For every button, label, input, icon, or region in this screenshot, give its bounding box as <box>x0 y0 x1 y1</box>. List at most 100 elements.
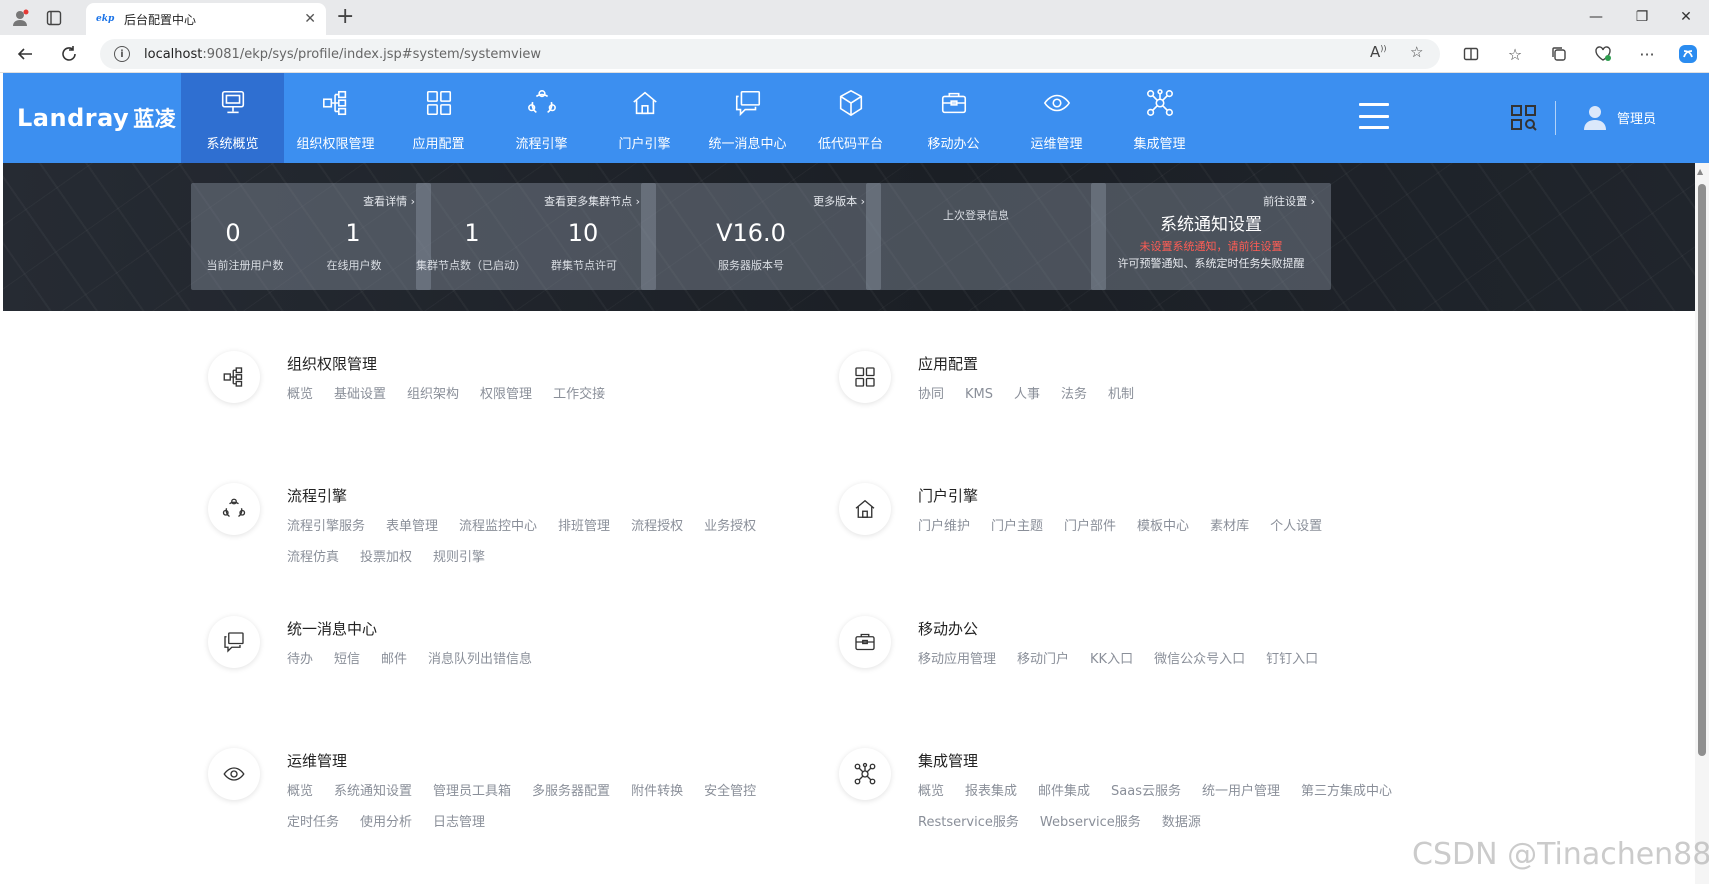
module-link[interactable]: 概览 <box>287 780 313 799</box>
grid-apps-icon[interactable] <box>839 351 891 403</box>
module-link[interactable]: Webservice服务 <box>1040 811 1141 830</box>
module-title[interactable]: 门户引擎 <box>918 485 978 506</box>
module-link[interactable]: 移动门户 <box>1017 648 1069 667</box>
module-title[interactable]: 应用配置 <box>918 353 978 374</box>
module-link[interactable]: 统一用户管理 <box>1202 780 1280 799</box>
module-link[interactable]: 概览 <box>287 383 313 402</box>
module-link[interactable]: 系统通知设置 <box>334 780 412 799</box>
more-versions-link[interactable]: 更多版本 › <box>813 193 865 209</box>
url-field[interactable]: i localhost:9081/ekp/sys/profile/index.j… <box>100 39 1440 69</box>
message-icon[interactable] <box>208 616 260 668</box>
app-grid-search-icon[interactable] <box>1509 103 1539 133</box>
module-link[interactable]: 门户部件 <box>1064 515 1116 534</box>
restore-icon[interactable]: ❐ <box>1622 6 1662 28</box>
module-link[interactable]: 流程授权 <box>631 515 683 534</box>
split-screen-icon[interactable] <box>1460 43 1482 65</box>
module-link[interactable]: 机制 <box>1108 383 1134 402</box>
module-title[interactable]: 流程引擎 <box>287 485 347 506</box>
nav-item-0[interactable]: 系统概览 <box>181 73 284 163</box>
org-structure-icon[interactable] <box>208 351 260 403</box>
module-link[interactable]: 门户维护 <box>918 515 970 534</box>
briefcase-icon[interactable] <box>839 616 891 668</box>
module-link[interactable]: 邮件集成 <box>1038 780 1090 799</box>
user-menu[interactable]: 管理员 <box>1583 104 1656 130</box>
module-link[interactable]: Restservice服务 <box>918 811 1019 830</box>
workflow-cycle-icon[interactable] <box>208 483 260 535</box>
read-aloud-icon[interactable]: A)) <box>1370 43 1387 61</box>
go-to-settings-link[interactable]: 前往设置 › <box>1263 193 1315 209</box>
browser-tab-active[interactable]: ekp 后台配置中心 ✕ <box>86 3 326 35</box>
module-link[interactable]: 定时任务 <box>287 811 339 830</box>
module-link[interactable]: KK入口 <box>1090 648 1133 667</box>
more-cluster-nodes-link[interactable]: 查看更多集群节点 › <box>544 193 640 209</box>
module-link[interactable]: 业务授权 <box>704 515 756 534</box>
nav-item-8[interactable]: 运维管理 <box>1005 73 1108 163</box>
module-link[interactable]: 待办 <box>287 648 313 667</box>
module-link[interactable]: 概览 <box>918 780 944 799</box>
copilot-icon[interactable] <box>1677 43 1699 65</box>
nav-item-7[interactable]: 移动办公 <box>902 73 1005 163</box>
back-icon[interactable] <box>12 42 38 66</box>
module-link[interactable]: 短信 <box>334 648 360 667</box>
module-title[interactable]: 移动办公 <box>918 618 978 639</box>
module-link[interactable]: 流程引擎服务 <box>287 515 365 534</box>
more-menu-icon[interactable]: ··· <box>1636 43 1658 65</box>
module-link[interactable]: 规则引擎 <box>433 546 485 565</box>
nav-item-3[interactable]: 流程引擎 <box>490 73 593 163</box>
home-icon[interactable] <box>839 483 891 535</box>
module-link[interactable]: 日志管理 <box>433 811 485 830</box>
module-link[interactable]: 管理员工具箱 <box>433 780 511 799</box>
module-link[interactable]: 门户主题 <box>991 515 1043 534</box>
hamburger-menu-icon[interactable] <box>1359 103 1389 129</box>
module-link[interactable]: 基础设置 <box>334 383 386 402</box>
network-icon[interactable] <box>839 748 891 800</box>
favorites-list-icon[interactable]: ☆ <box>1504 43 1526 65</box>
module-link[interactable]: 使用分析 <box>360 811 412 830</box>
browser-essentials-icon[interactable] <box>1592 43 1614 65</box>
favorite-star-icon[interactable]: ☆ <box>1410 43 1423 61</box>
module-link[interactable]: 多服务器配置 <box>532 780 610 799</box>
nav-item-6[interactable]: 低代码平台 <box>799 73 902 163</box>
eye-icon[interactable] <box>208 748 260 800</box>
module-link[interactable]: 数据源 <box>1162 811 1201 830</box>
nav-item-4[interactable]: 门户引擎 <box>593 73 696 163</box>
module-link[interactable]: 流程仿真 <box>287 546 339 565</box>
module-link[interactable]: Saas云服务 <box>1111 780 1181 799</box>
tab-actions-icon[interactable] <box>42 6 66 30</box>
landray-logo[interactable]: Landray 蓝凌 <box>17 103 176 133</box>
module-link[interactable]: 安全管控 <box>704 780 756 799</box>
nav-item-5[interactable]: 统一消息中心 <box>696 73 799 163</box>
site-info-icon[interactable]: i <box>114 46 130 62</box>
module-link[interactable]: 移动应用管理 <box>918 648 996 667</box>
module-title[interactable]: 统一消息中心 <box>287 618 377 639</box>
module-link[interactable]: 模板中心 <box>1137 515 1189 534</box>
close-tab-icon[interactable]: ✕ <box>304 11 316 27</box>
module-link[interactable]: 组织架构 <box>407 383 459 402</box>
new-tab-icon[interactable]: + <box>336 5 354 29</box>
module-link[interactable]: 素材库 <box>1210 515 1249 534</box>
module-link[interactable]: 钉钉入口 <box>1266 648 1318 667</box>
module-link[interactable]: 排班管理 <box>558 515 610 534</box>
close-window-icon[interactable]: ✕ <box>1666 6 1706 28</box>
module-link[interactable]: 表单管理 <box>386 515 438 534</box>
module-link[interactable]: 协同 <box>918 383 944 402</box>
module-title[interactable]: 组织权限管理 <box>287 353 377 374</box>
nav-item-2[interactable]: 应用配置 <box>387 73 490 163</box>
module-link[interactable]: 人事 <box>1014 383 1040 402</box>
module-title[interactable]: 集成管理 <box>918 750 978 771</box>
minimize-icon[interactable]: — <box>1576 6 1616 28</box>
module-link[interactable]: 法务 <box>1061 383 1087 402</box>
module-link[interactable]: 投票加权 <box>360 546 412 565</box>
collections-icon[interactable] <box>1548 43 1570 65</box>
module-link[interactable]: 流程监控中心 <box>459 515 537 534</box>
view-details-link[interactable]: 查看详情 › <box>363 193 415 209</box>
scrollbar-thumb[interactable] <box>1698 184 1706 756</box>
module-link[interactable]: 工作交接 <box>553 383 605 402</box>
module-link[interactable]: 权限管理 <box>480 383 532 402</box>
module-link[interactable]: KMS <box>965 387 993 402</box>
nav-item-9[interactable]: 集成管理 <box>1108 73 1211 163</box>
nav-item-1[interactable]: 组织权限管理 <box>284 73 387 163</box>
module-link[interactable]: 邮件 <box>381 648 407 667</box>
module-link[interactable]: 微信公众号入口 <box>1154 648 1245 667</box>
module-link[interactable]: 第三方集成中心 <box>1301 780 1392 799</box>
